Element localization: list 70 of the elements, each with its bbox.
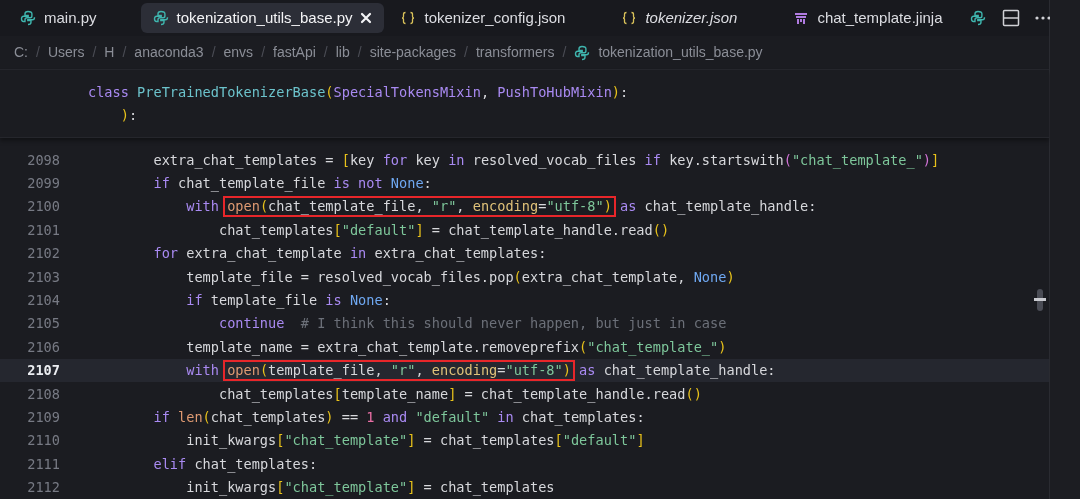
breadcrumb-item[interactable]: transformers: [475, 42, 555, 64]
breadcrumb-item[interactable]: Users: [47, 42, 85, 64]
annotated-code: open(chat_template_file, "r", encoding="utf-8"): [223, 196, 616, 218]
breadcrumb-item[interactable]: fastApi: [273, 42, 316, 64]
code-line: if chat_template_file is not None:: [152, 174, 432, 194]
editor-tab[interactable]: chat_template.jinja: [781, 3, 955, 33]
breadcrumb-separator: /: [36, 43, 40, 63]
line-number: 2112: [26, 478, 60, 498]
line-number: 2111: [26, 454, 60, 474]
line-number: 2101: [26, 220, 60, 240]
code-text: as chat_template_handle:: [619, 197, 817, 217]
line-number: 2098: [26, 150, 60, 170]
code-line: continue # I think this should never happen, but just in case: [217, 314, 727, 334]
line-number: 2110: [26, 431, 60, 451]
breadcrumb-separator: /: [92, 43, 97, 63]
temple-icon: [793, 10, 810, 26]
line-number: 2108: [26, 384, 60, 404]
breadcrumb-item[interactable]: H: [104, 42, 115, 64]
line-number: 2109: [26, 407, 60, 427]
code-line: init_kwargs["chat_template"] = chat_templates: [185, 478, 555, 498]
code-line: ):: [119, 106, 138, 126]
line-number: 2100: [26, 197, 60, 217]
breadcrumb-item[interactable]: tokenization_utils_base.py: [598, 42, 763, 64]
annotated-code: open(template_file, "r", encoding="utf-8"): [223, 359, 575, 381]
braces-icon: [400, 10, 417, 26]
braces-icon: [621, 10, 638, 26]
code-line: for extra_chat_template in extra_chat_templates:: [152, 244, 547, 264]
code-text: with: [185, 197, 220, 217]
breadcrumb-item[interactable]: envs: [223, 42, 254, 64]
python-icon: [970, 10, 987, 26]
code-line: if len(chat_templates) == 1 and "default" in chat_templates:: [152, 407, 645, 428]
breadcrumb-item[interactable]: C:: [14, 42, 28, 64]
scroll-marker-icon[interactable]: [1034, 287, 1046, 313]
code-line: elif chat_templates:: [152, 454, 318, 475]
editor-tab[interactable]: tokenizer.json: [609, 3, 750, 33]
breadcrumb-separator: /: [211, 43, 216, 63]
split-layout-icon[interactable]: [1002, 9, 1021, 27]
line-number: 2104: [26, 291, 60, 310]
line-number: 2099: [26, 174, 60, 194]
line-number: 2105: [26, 314, 60, 334]
editor-tab[interactable]: main.py: [8, 3, 109, 33]
breadcrumb-separator: /: [122, 43, 127, 63]
breadcrumb-separator: /: [464, 43, 468, 63]
editor-tab[interactable]: tokenizer_config.json: [388, 3, 578, 33]
code-line: extra_chat_templates = [key for key in resolved_vocab_files if key.startswith("chat_template_")]: [152, 150, 940, 171]
code-line: chat_templates[template_name] = chat_template_handle.read(): [217, 384, 702, 404]
code-line: template_name = extra_chat_template.removeprefix("chat_template_"): [185, 337, 727, 358]
code-text: as chat_template_handle:: [578, 361, 776, 381]
breadcrumb-item[interactable]: anaconda3: [134, 42, 204, 64]
code-line: template_file = resolved_vocab_files.pop(extra_chat_template, None): [185, 267, 735, 287]
breadcrumb-item[interactable]: lib: [335, 42, 350, 64]
close-icon[interactable]: [360, 12, 373, 24]
breadcrumb-separator: /: [261, 43, 265, 63]
code-line: if template_file is None:: [185, 291, 391, 311]
line-number: 2103: [26, 267, 60, 287]
line-number: 2102: [26, 244, 60, 264]
breadcrumb-item[interactable]: site-packages: [369, 42, 456, 64]
python-icon: [20, 10, 36, 26]
python-icon: [152, 10, 169, 26]
breadcrumb-separator: /: [357, 43, 362, 63]
breadcrumb-separator: /: [562, 43, 567, 63]
line-number: 2106: [26, 337, 60, 357]
editor-tab[interactable]: tokenization_utils_base.py: [140, 3, 385, 33]
code-text: with: [185, 361, 220, 381]
code-line: chat_templates["default"] = chat_template_handle.read(): [217, 220, 670, 241]
breadcrumb-separator: /: [323, 43, 328, 63]
code-line: init_kwargs["chat_template"] = chat_templates["default"]: [185, 431, 645, 451]
line-number: 2107: [26, 361, 60, 381]
code-line: class PreTrainedTokenizerBase(SpecialTokensMixin, PushToHubMixin):: [88, 82, 629, 102]
python-icon: [574, 44, 591, 61]
